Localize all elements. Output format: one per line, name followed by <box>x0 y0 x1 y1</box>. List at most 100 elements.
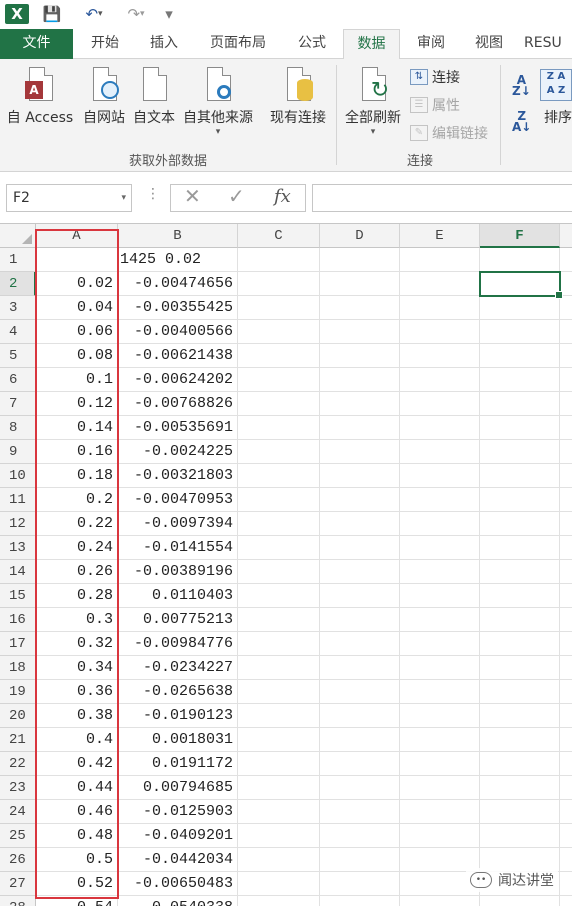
worksheet-grid[interactable]: A B C D E F 1 1425 0.02 2 0.02 -0.00474656 3 0… <box>0 223 572 906</box>
row-header[interactable]: 13 <box>0 536 36 560</box>
cell-empty[interactable] <box>480 824 560 848</box>
cell-empty[interactable] <box>238 368 320 392</box>
cell-a[interactable]: 0.08 <box>36 344 118 368</box>
cell-empty[interactable] <box>480 488 560 512</box>
cell-empty[interactable] <box>238 440 320 464</box>
column-header-b[interactable]: B <box>118 224 238 248</box>
cell-empty[interactable] <box>238 800 320 824</box>
cell-empty[interactable] <box>238 272 320 296</box>
cell-empty[interactable] <box>238 896 320 906</box>
cell-empty[interactable] <box>400 656 480 680</box>
cell-a[interactable]: 0.4 <box>36 728 118 752</box>
cell-empty[interactable] <box>238 872 320 896</box>
cell-empty[interactable] <box>238 320 320 344</box>
cell-empty[interactable] <box>560 872 572 896</box>
cell-empty[interactable] <box>400 512 480 536</box>
tab-resu[interactable]: RESU <box>524 29 572 59</box>
column-header-d[interactable]: D <box>320 224 400 248</box>
from-web-button[interactable]: 自网站 <box>80 65 128 127</box>
cell-a[interactable]: 0.44 <box>36 776 118 800</box>
cell-a[interactable]: 0.18 <box>36 464 118 488</box>
row-header[interactable]: 8 <box>0 416 36 440</box>
tab-formulas[interactable]: 公式 <box>284 29 340 59</box>
cell-empty[interactable] <box>320 320 400 344</box>
cell-empty[interactable] <box>238 296 320 320</box>
cell-empty[interactable] <box>560 416 572 440</box>
cell-empty[interactable] <box>560 536 572 560</box>
cell-empty[interactable] <box>320 488 400 512</box>
tab-view[interactable]: 视图 <box>462 29 516 59</box>
cell-empty[interactable] <box>400 392 480 416</box>
cell-empty[interactable] <box>238 728 320 752</box>
tab-home[interactable]: 开始 <box>78 29 132 59</box>
cell-empty[interactable] <box>320 632 400 656</box>
from-other-sources-button[interactable]: 自其他来源 ▾ <box>180 65 256 137</box>
cell-empty[interactable] <box>560 512 572 536</box>
select-all-icon[interactable] <box>0 224 36 248</box>
cell-empty[interactable] <box>320 896 400 906</box>
cell-a[interactable]: 0.52 <box>36 872 118 896</box>
cell-empty[interactable] <box>320 800 400 824</box>
cell-b[interactable]: -0.0409201 <box>118 824 238 848</box>
cell-empty[interactable] <box>560 896 572 906</box>
column-header-e[interactable]: E <box>400 224 480 248</box>
cell-empty[interactable] <box>238 416 320 440</box>
cell-empty[interactable] <box>560 680 572 704</box>
cell-empty[interactable] <box>400 824 480 848</box>
cell-empty[interactable] <box>238 824 320 848</box>
cell-empty[interactable] <box>320 608 400 632</box>
cell-b[interactable]: -0.0442034 <box>118 848 238 872</box>
cell-empty[interactable] <box>400 800 480 824</box>
cell-empty[interactable] <box>400 416 480 440</box>
cell-empty[interactable] <box>320 848 400 872</box>
cell-b[interactable]: -0.0141554 <box>118 536 238 560</box>
cell-b[interactable]: -0.0125903 <box>118 800 238 824</box>
cell-b[interactable]: -0.00321803 <box>118 464 238 488</box>
cell-a[interactable]: 0.46 <box>36 800 118 824</box>
existing-connections-button[interactable]: 现有连接 <box>266 65 330 127</box>
cell-empty[interactable] <box>480 392 560 416</box>
name-box[interactable]: F2 ▾ <box>6 184 132 212</box>
cell-empty[interactable] <box>320 512 400 536</box>
edit-links-button[interactable]: ✎ 编辑链接 <box>410 123 488 143</box>
cell-a[interactable]: 0.24 <box>36 536 118 560</box>
row-header[interactable]: 16 <box>0 608 36 632</box>
cell-empty[interactable] <box>480 464 560 488</box>
cell-b[interactable]: 0.0018031 <box>118 728 238 752</box>
cell-a[interactable]: 0.14 <box>36 416 118 440</box>
cell-empty[interactable] <box>400 608 480 632</box>
cell-b[interactable]: -0.00768826 <box>118 392 238 416</box>
row-header[interactable]: 20 <box>0 704 36 728</box>
column-header-g[interactable] <box>560 224 572 248</box>
cell-empty[interactable] <box>480 416 560 440</box>
sort-button-label[interactable]: 排序 <box>544 107 572 127</box>
cell-empty[interactable] <box>560 656 572 680</box>
cell-empty[interactable] <box>560 728 572 752</box>
cell-empty[interactable] <box>480 680 560 704</box>
save-icon[interactable]: 💾 <box>42 4 62 24</box>
cell-a[interactable] <box>36 248 118 272</box>
cell-empty[interactable] <box>560 248 572 272</box>
cell-empty[interactable] <box>238 392 320 416</box>
row-header[interactable]: 27 <box>0 872 36 896</box>
column-header-c[interactable]: C <box>238 224 320 248</box>
cell-empty[interactable] <box>320 704 400 728</box>
cell-a[interactable]: 0.54 <box>36 896 118 906</box>
cell-empty[interactable] <box>480 560 560 584</box>
cell-empty[interactable] <box>400 896 480 906</box>
row-header[interactable]: 12 <box>0 512 36 536</box>
cell-empty[interactable] <box>320 368 400 392</box>
cell-empty[interactable] <box>480 536 560 560</box>
tab-insert[interactable]: 插入 <box>137 29 191 59</box>
cell-empty[interactable] <box>238 488 320 512</box>
row-header[interactable]: 9 <box>0 440 36 464</box>
cell-empty[interactable] <box>480 752 560 776</box>
cell-empty[interactable] <box>238 656 320 680</box>
cell-empty[interactable] <box>320 584 400 608</box>
row-header[interactable]: 28 <box>0 896 36 906</box>
cell-empty[interactable] <box>560 440 572 464</box>
cell-empty[interactable] <box>400 704 480 728</box>
cell-empty[interactable] <box>480 368 560 392</box>
cell-empty[interactable] <box>320 392 400 416</box>
cell-a[interactable]: 0.02 <box>36 272 118 296</box>
